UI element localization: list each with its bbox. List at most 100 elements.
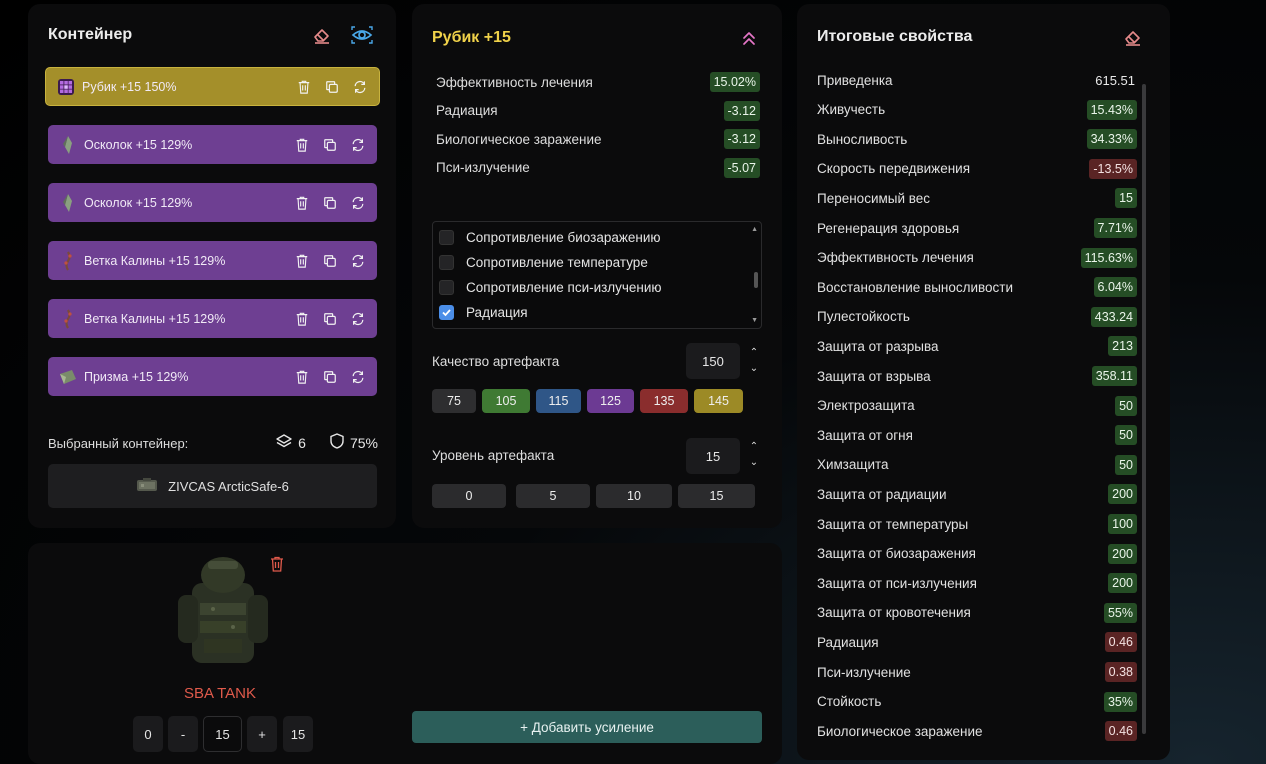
artifact-detail-panel: Рубик +15 Эффективность лечения 15.02% Рад… [412, 4, 782, 528]
container-select[interactable]: ZIVCAS ArcticSafe-6 [48, 464, 377, 508]
delete-icon[interactable] [295, 138, 309, 152]
total-name: Скорость передвижения [817, 161, 971, 177]
max-button[interactable]: 15 [283, 716, 313, 752]
total-row: Приведенка 615.51 [817, 68, 1137, 92]
quality-preset-button[interactable]: 145 [694, 389, 743, 413]
level-preset-button[interactable]: 0 [432, 484, 506, 508]
delete-icon[interactable] [295, 196, 309, 210]
property-name: Пси-излучение [436, 160, 530, 175]
eraser-icon[interactable] [312, 26, 332, 49]
level-label: Уровень артефакта [432, 448, 555, 463]
equipment-panel: SBA TANK 0 - 15 + 15 + Добавить усиление [28, 543, 782, 764]
property-row: Пси-излучение -5.07 [436, 157, 760, 179]
total-row: Выносливость 34.33% [817, 127, 1137, 151]
total-value: 55% [1103, 602, 1137, 623]
total-value: 0.38 [1104, 662, 1137, 682]
level-up-icon[interactable]: ⌃ [748, 440, 760, 454]
artifact-row[interactable]: Осколок +15 129% [48, 125, 377, 164]
total-row: Защита от огня 50 [817, 423, 1137, 447]
copy-icon[interactable] [323, 196, 337, 210]
quality-preset-button[interactable]: 135 [640, 389, 688, 413]
quality-preset-button[interactable]: 115 [536, 389, 581, 413]
quality-preset-button[interactable]: 105 [482, 389, 530, 413]
total-row: Защита от радиации 200 [817, 482, 1137, 506]
total-name: Приведенка [817, 72, 893, 88]
add-upgrade-button[interactable]: + Добавить усиление [412, 711, 762, 743]
property-row: Радиация -3.12 [436, 100, 760, 122]
level-down-icon[interactable]: ⌄ [748, 456, 760, 470]
total-value: 615.51 [1095, 72, 1135, 88]
total-name: Электрозащита [817, 398, 915, 414]
checklist-item[interactable]: Сопротивление биозаражению [439, 226, 661, 248]
level-input[interactable]: 15 [686, 438, 740, 474]
shard-icon [58, 192, 78, 214]
copy-icon[interactable] [323, 254, 337, 268]
artifact-row[interactable]: Ветка Калины +15 129% [48, 241, 377, 280]
total-row: Живучесть 15.43% [817, 98, 1137, 122]
checklist-scroll-thumb[interactable] [754, 272, 758, 288]
delete-icon[interactable] [295, 312, 309, 326]
delete-icon[interactable] [297, 80, 311, 94]
copy-icon[interactable] [323, 138, 337, 152]
delete-icon[interactable] [295, 254, 309, 268]
artifact-row[interactable]: Ветка Калины +15 129% [48, 299, 377, 338]
total-row: Биологическое заражение 0.46 [817, 719, 1137, 743]
delete-icon[interactable] [295, 370, 309, 384]
swap-icon[interactable] [351, 254, 365, 268]
total-value: 115.63% [1080, 247, 1137, 268]
artifact-name: Ветка Калины [84, 253, 166, 268]
quality-input[interactable]: 150 [686, 343, 740, 379]
artifact-row[interactable]: Призма +15 129% [48, 357, 377, 396]
upgrade-level-input[interactable]: 15 [203, 716, 242, 752]
artifact-row[interactable]: Осколок +15 129% [48, 183, 377, 222]
total-name: Защита от разрыва [817, 338, 939, 354]
swap-icon[interactable] [353, 80, 367, 94]
container-panel: Контейнер Рубик +15 150% Осколок +15 129%… [28, 4, 396, 528]
quality-preset-button[interactable]: 75 [432, 389, 476, 413]
checklist-item[interactable]: Радиация [439, 301, 528, 323]
minus-button[interactable]: - [168, 716, 198, 752]
copy-icon[interactable] [323, 370, 337, 384]
property-name: Биологическое заражение [436, 131, 602, 147]
collapse-icon[interactable] [742, 30, 756, 51]
total-name: Биологическое заражение [817, 723, 983, 739]
copy-icon[interactable] [325, 80, 339, 94]
checkbox[interactable] [439, 304, 454, 320]
quality-up-icon[interactable]: ⌃ [748, 346, 760, 360]
swap-icon[interactable] [351, 370, 365, 384]
total-value: 200 [1108, 573, 1137, 594]
min-button[interactable]: 0 [133, 716, 163, 752]
container-stats: 6 75% [276, 433, 378, 452]
plus-button[interactable]: + [247, 716, 277, 752]
checklist-item[interactable]: Сопротивление температуре [439, 251, 648, 273]
swap-icon[interactable] [351, 196, 365, 210]
checkbox[interactable] [439, 229, 454, 245]
checkbox[interactable] [439, 254, 454, 270]
level-preset-button[interactable]: 15 [678, 484, 755, 508]
level-preset-button[interactable]: 5 [516, 484, 590, 508]
container-title: Контейнер [48, 26, 133, 43]
artifact-level: +15 [168, 253, 190, 268]
eye-icon[interactable] [351, 26, 373, 49]
viburnum-branch-icon [58, 308, 78, 330]
trash-icon[interactable] [270, 556, 284, 577]
artifact-row[interactable]: Рубик +15 150% [45, 67, 380, 106]
total-name: Защита от кровотечения [817, 605, 971, 621]
swap-icon[interactable] [351, 138, 365, 152]
level-preset-button[interactable]: 10 [596, 484, 672, 508]
artifact-quality: 129% [156, 369, 189, 384]
totals-scrollbar[interactable] [1142, 84, 1146, 734]
checkbox[interactable] [439, 279, 454, 295]
eraser-icon[interactable] [1123, 28, 1143, 51]
total-name: Защита от огня [817, 427, 913, 443]
quality-preset-button[interactable]: 125 [587, 389, 634, 413]
total-value: 6.04% [1093, 277, 1137, 298]
property-checklist[interactable]: Сопротивление биозаражению Сопротивление … [432, 221, 762, 329]
artifact-quality: 150% [144, 79, 177, 94]
selected-container-label: Выбранный контейнер: [48, 436, 189, 451]
quality-down-icon[interactable]: ⌄ [748, 362, 760, 376]
copy-icon[interactable] [323, 312, 337, 326]
artifact-quality: 129% [160, 137, 193, 152]
swap-icon[interactable] [351, 312, 365, 326]
checklist-item[interactable]: Сопротивление пси-излучению [439, 276, 661, 298]
